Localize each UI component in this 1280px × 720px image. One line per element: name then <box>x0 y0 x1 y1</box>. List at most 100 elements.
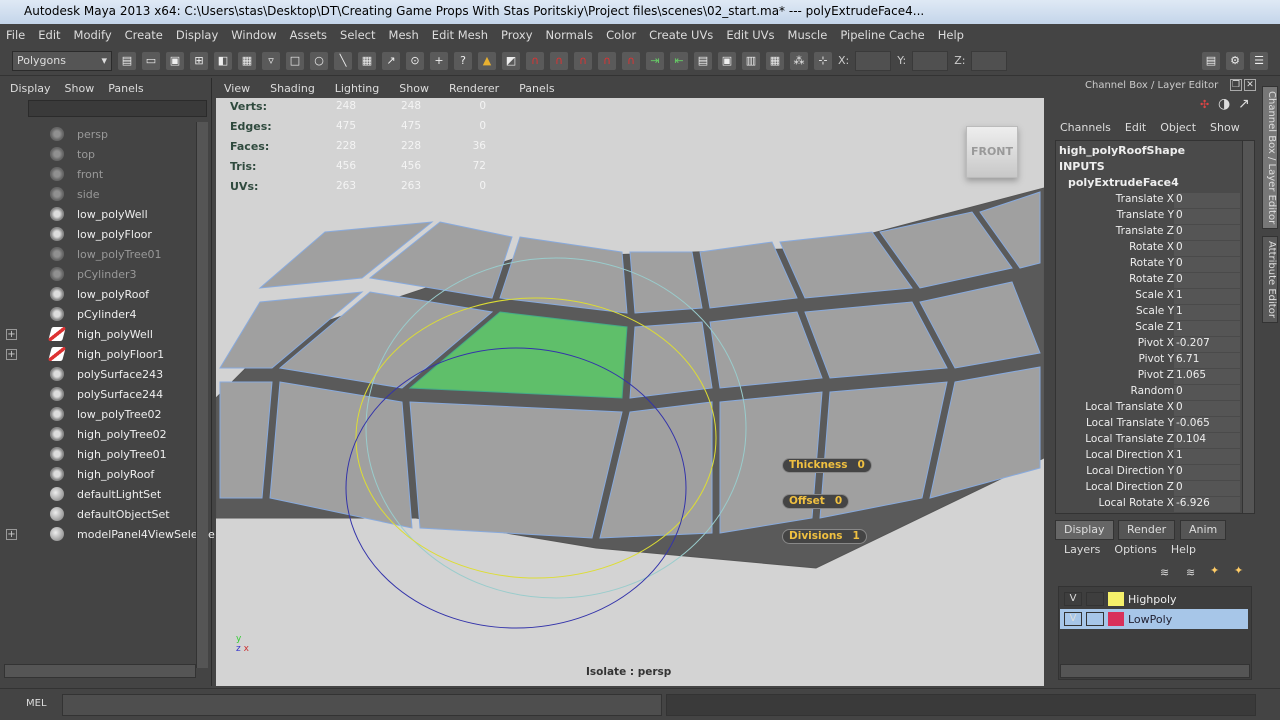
hud-offset[interactable]: Offset 0 <box>782 494 850 509</box>
layer-highpoly[interactable]: V Highpoly <box>1060 589 1248 609</box>
channel-local-translate-x[interactable]: Local Translate X0 <box>1062 401 1242 417</box>
viewport-menu-renderer[interactable]: Renderer <box>449 82 499 95</box>
viewport-menu-lighting[interactable]: Lighting <box>335 82 379 95</box>
menu-mesh[interactable]: Mesh <box>389 28 419 42</box>
attribute-editor-icon[interactable]: ▤ <box>1202 51 1220 70</box>
channel-value[interactable]: 1 <box>1174 449 1240 464</box>
outliner-item[interactable]: polySurface243 <box>0 364 196 384</box>
point-mask-icon[interactable]: ○ <box>310 51 328 70</box>
move-up-icon[interactable]: ✦ <box>1210 564 1219 577</box>
layer-menu-help[interactable]: Help <box>1171 543 1196 556</box>
menu-edit[interactable]: Edit <box>38 28 60 42</box>
channel-local-translate-z[interactable]: Local Translate Z 0.104 <box>1062 433 1242 449</box>
outliner-item[interactable]: side <box>0 184 196 204</box>
shape-name[interactable]: high_polyRoofShape <box>1059 144 1185 157</box>
channel-value[interactable]: -0.207 <box>1174 337 1240 352</box>
tab-render[interactable]: Render <box>1118 520 1176 540</box>
outliner-item[interactable]: front <box>0 164 196 184</box>
outliner-item[interactable]: pCylinder3 <box>0 264 196 284</box>
channel-value[interactable]: -6.926 <box>1174 497 1240 512</box>
expand-icon[interactable]: + <box>6 328 17 340</box>
channel-translate-x[interactable]: Translate X0 <box>1062 193 1242 209</box>
output-ops-icon[interactable]: ⇤ <box>670 51 688 70</box>
channel-value[interactable]: 0 <box>1174 481 1240 496</box>
mel-label[interactable]: MEL <box>26 698 47 709</box>
magnet-live-icon[interactable]: ∩ <box>622 51 640 70</box>
magnet-point-icon[interactable]: ∩ <box>574 51 592 70</box>
outliner-item[interactable]: persp <box>0 124 196 144</box>
select-component-icon[interactable]: ▦ <box>238 51 256 70</box>
transform-field-icon[interactable]: ⊹ <box>814 51 832 70</box>
input-ops-icon[interactable]: ⇥ <box>646 51 664 70</box>
channel-value[interactable]: 1 <box>1174 321 1240 336</box>
outliner-item[interactable]: top <box>0 144 196 164</box>
menu-proxy[interactable]: Proxy <box>501 28 533 42</box>
channel-scale-z[interactable]: Scale Z1 <box>1062 321 1242 337</box>
render-icon[interactable]: ▥ <box>742 51 760 70</box>
render-settings-icon[interactable]: ⁂ <box>790 51 808 70</box>
outliner-item[interactable]: low_polyFloor <box>0 224 196 244</box>
history-icon[interactable]: ▤ <box>694 51 712 70</box>
channel-value[interactable]: 0 <box>1174 257 1240 272</box>
menu-edit-mesh[interactable]: Edit Mesh <box>432 28 488 42</box>
view-cube[interactable]: FRONT <box>966 126 1018 178</box>
outliner-item[interactable]: low_polyTree01 <box>0 244 196 264</box>
viewport-persp[interactable]: View Shading Lighting Show Renderer Panels Ve… <box>216 78 1044 686</box>
z-field[interactable] <box>971 50 1008 71</box>
channel-pivot-y[interactable]: Pivot Y 6.71 <box>1062 353 1242 369</box>
channel-local-translate-y[interactable]: Local Translate Y -0.065 <box>1062 417 1242 433</box>
menuset-dropdown[interactable]: Polygons <box>12 50 112 71</box>
menu-create[interactable]: Create <box>125 28 163 42</box>
outliner-item[interactable]: + high_polyWell <box>0 324 196 344</box>
outliner-item[interactable]: high_polyRoof <box>0 464 196 484</box>
menu-assets[interactable]: Assets <box>290 28 327 42</box>
outliner-scrollbar[interactable] <box>196 122 208 668</box>
outliner-item[interactable]: high_polyTree01 <box>0 444 196 464</box>
channel-value[interactable]: 0 <box>1174 209 1240 224</box>
snap-view-icon[interactable]: + <box>430 51 448 70</box>
outliner-menu-display[interactable]: Display <box>10 82 51 95</box>
visibility-toggle[interactable]: V <box>1064 592 1082 606</box>
select-box-icon[interactable]: ◩ <box>502 51 520 70</box>
layer-lowpoly[interactable]: V LowPoly <box>1060 609 1248 629</box>
tab-channel-box[interactable]: Channel Box / Layer Editor <box>1262 86 1278 230</box>
channel-local-direction-x[interactable]: Local Direction X1 <box>1062 449 1242 465</box>
menu-pipeline-cache[interactable]: Pipeline Cache <box>840 28 924 42</box>
layer-menu-options[interactable]: Options <box>1114 543 1156 556</box>
roof-tile[interactable] <box>409 401 623 539</box>
menu-file[interactable]: File <box>6 28 25 42</box>
hud-thickness[interactable]: Thickness 0 <box>782 458 872 473</box>
outliner-item[interactable]: + high_polyFloor1 <box>0 344 196 364</box>
render-view-icon[interactable]: ▣ <box>718 51 736 70</box>
outliner-item[interactable]: pCylinder4 <box>0 304 196 324</box>
outliner-item[interactable]: defaultLightSet <box>0 484 196 504</box>
magnet-grid-icon[interactable]: ∩ <box>526 51 544 70</box>
outliner-item[interactable]: defaultObjectSet <box>0 504 196 524</box>
channel-value[interactable]: 0 <box>1174 225 1240 240</box>
channel-menu-channels[interactable]: Channels <box>1060 121 1111 134</box>
channel-scale-x[interactable]: Scale X1 <box>1062 289 1242 305</box>
save-scene-icon[interactable]: ▣ <box>166 51 184 70</box>
outliner-menu-show[interactable]: Show <box>65 82 95 95</box>
channel-value[interactable]: 0 <box>1174 401 1240 416</box>
menu-help[interactable]: Help <box>938 28 964 42</box>
command-input[interactable] <box>62 694 662 716</box>
channel-menu-object[interactable]: Object <box>1160 121 1196 134</box>
channel-value[interactable]: 0.104 <box>1174 433 1240 448</box>
channel-value[interactable]: 0 <box>1174 385 1240 400</box>
y-field[interactable] <box>912 50 949 71</box>
channel-rotate-z[interactable]: Rotate Z0 <box>1062 273 1242 289</box>
display-type-toggle[interactable] <box>1086 612 1104 626</box>
outliner-h-scrollbar[interactable] <box>4 664 196 678</box>
expand-icon[interactable]: + <box>6 348 17 360</box>
channel-rotate-x[interactable]: Rotate X0 <box>1062 241 1242 257</box>
channel-value[interactable]: 1 <box>1174 305 1240 320</box>
display-type-toggle[interactable] <box>1086 592 1104 606</box>
channel-translate-y[interactable]: Translate Y0 <box>1062 209 1242 225</box>
viewport-menu-show[interactable]: Show <box>399 82 429 95</box>
menu-window[interactable]: Window <box>231 28 276 42</box>
hyper-icon[interactable]: ↗ <box>1238 96 1250 112</box>
new-layer-selected-icon[interactable]: ≋ <box>1186 566 1195 579</box>
viewport-menu-view[interactable]: View <box>224 82 250 95</box>
vertex-mask-icon[interactable]: ▿ <box>262 51 280 70</box>
